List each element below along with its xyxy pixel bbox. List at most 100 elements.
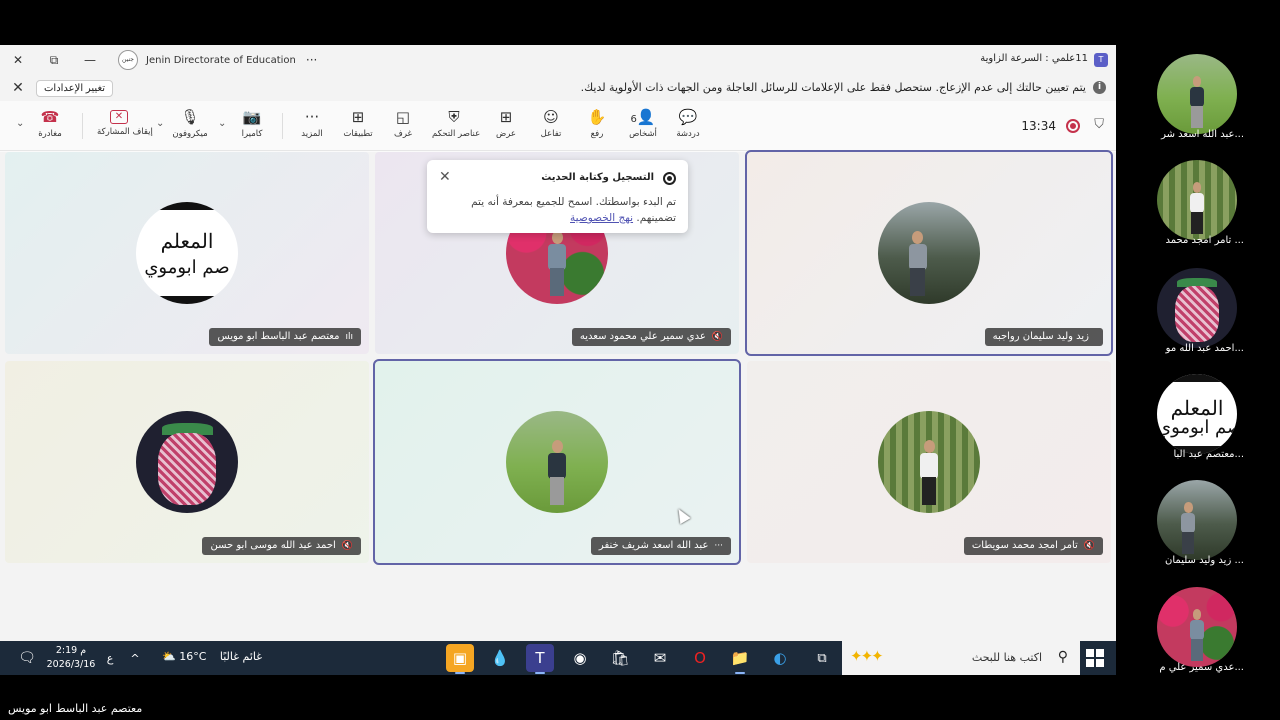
hand-icon: ✋ (587, 108, 607, 126)
participant-avatar (506, 411, 608, 513)
participant-name-tag: 🔇 تامر امجد محمد سويطات (963, 537, 1103, 555)
stop-sharing-label: إيقاف المشاركة (97, 127, 153, 137)
participant-avatar (878, 411, 980, 513)
change-settings-button[interactable]: تغيير الإعدادات (36, 79, 114, 97)
rooms-icon: ◱ (395, 108, 411, 126)
strip-avatar: المعلم صم ابوموي (1157, 374, 1237, 454)
strip-participant[interactable]: المعلم صم ابوموي ...معتصم عبد البا (1152, 374, 1248, 474)
search-icon: ⚲ (1057, 649, 1068, 665)
info-icon: i (1093, 81, 1106, 94)
weather-condition: غائم غالبًا (219, 650, 262, 663)
strip-participant-name: ...معتصم عبد البا (1173, 449, 1244, 460)
popup-close-button[interactable]: ✕ (439, 169, 451, 185)
participant-avatar (136, 411, 238, 513)
minimize-window-button[interactable]: — (72, 45, 108, 75)
strip-participant-name: ...احمد عبد الله مو (1165, 343, 1244, 354)
chrome-app-icon[interactable]: ◉ (566, 644, 594, 672)
notice-close-button[interactable]: ✕ (0, 80, 36, 96)
more-label: المزيد (301, 129, 323, 139)
teams-app-icon[interactable]: T (526, 644, 554, 674)
strip-participant[interactable]: ... تامر امجد محمد (1152, 160, 1248, 260)
camera-label: كاميرا (241, 129, 263, 139)
more-icon: ··· (304, 108, 320, 126)
apps-button[interactable]: ⊞ تطبيقات (336, 107, 380, 139)
strip-avatar (1157, 54, 1237, 134)
windows-start-icon[interactable] (1086, 649, 1104, 667)
shield-icon[interactable]: ⛉ (1094, 117, 1104, 132)
react-label: تفاعل (540, 129, 562, 139)
people-icon: 6👤 (630, 108, 656, 126)
microphone-button[interactable]: 🎙 ميكروفون (168, 107, 212, 139)
camera-button[interactable]: 📷 كاميرا (230, 107, 274, 139)
store-app-icon[interactable]: 🛍 (606, 644, 634, 672)
task-view-icon[interactable]: ⧉ (808, 644, 836, 672)
view-button[interactable]: ⊞ عرض (484, 107, 528, 139)
close-window-button[interactable]: ✕ (0, 45, 36, 75)
participant-tile[interactable]: ··· عبد الله اسعد شريف خنفر (373, 359, 741, 565)
outlook-app-icon[interactable]: ✉ (646, 644, 674, 672)
chat-button[interactable]: 💬 دردشة (666, 107, 710, 139)
paint-app-icon[interactable]: 💧 (486, 644, 514, 672)
controls-button[interactable]: ⛨ عناصر التحكم (432, 107, 480, 139)
input-language[interactable]: ع (100, 641, 120, 675)
participant-tile[interactable]: زيد وليد سليمان رواجبه (745, 150, 1113, 356)
rooms-label: غرف (394, 129, 412, 139)
participant-tile[interactable]: المعلم صم ابوموي ılı معتصم عبد الباسط ابو م… (5, 152, 369, 354)
avatar-sign-line2: صم ابوموي (1157, 417, 1237, 439)
stop-sharing-button[interactable]: ✕ إيقاف المشاركة (97, 107, 153, 137)
strip-avatar (1157, 587, 1237, 667)
leave-options-caret[interactable]: ⌄ (16, 118, 24, 129)
meeting-title: 11علمي : السرعة الزاوية (980, 53, 1088, 64)
more-icon: ··· (714, 541, 723, 551)
taskbar-clock[interactable]: 2:19 م 2026/3/16 (46, 644, 96, 672)
strip-avatar (1157, 160, 1237, 240)
edge-app-icon[interactable]: ◐ (766, 644, 794, 672)
strip-avatar (1157, 480, 1237, 560)
restore-window-button[interactable]: ⧉ (36, 45, 72, 75)
participant-tile[interactable]: 🔇 احمد عبد الله موسى ابو حسن (5, 361, 369, 563)
privacy-policy-link[interactable]: نهج الخصوصية (570, 212, 633, 224)
participant-tile[interactable]: 🔇 تامر امجد محمد سويطات (747, 361, 1111, 563)
weather-widget[interactable]: ⛅ 16°C غائم غالبًا (162, 650, 262, 663)
participant-name: عدي سمير علي محمود سعديه (579, 331, 706, 342)
raise-hand-button[interactable]: ✋ رفع (575, 107, 619, 139)
dnd-notice-bar: ✕ تغيير الإعدادات يتم تعيين حالتك إلى عد… (0, 75, 1116, 101)
participant-name-tag: زيد وليد سليمان رواجبه (984, 328, 1103, 346)
shield-settings-icon: ⛨ (448, 108, 460, 126)
tray-caret[interactable]: ^ (124, 641, 146, 675)
minimize-icon: — (84, 53, 96, 67)
opera-app-icon[interactable]: O (686, 644, 714, 672)
org-more-button[interactable]: ··· (306, 53, 317, 67)
leave-button[interactable]: ☎ مغادرة (28, 107, 72, 139)
taskbar-search-input[interactable]: ✦✦✦ اكتب هنا للبحث ⚲ (842, 641, 1080, 675)
notifications-icon[interactable]: 🗨 (14, 641, 40, 675)
phone-hangup-icon: ☎ (40, 108, 60, 126)
slides-app-icon[interactable]: ▣ (446, 644, 474, 674)
participant-name-tag: ılı معتصم عبد الباسط ابو مويس (209, 328, 361, 346)
camera-options-caret[interactable]: ⌄ (218, 118, 226, 129)
chat-label: دردشة (676, 129, 700, 139)
mic-options-caret[interactable]: ⌄ (156, 118, 164, 129)
react-button[interactable]: ☺ تفاعل (529, 107, 573, 139)
toolbar-divider (282, 113, 283, 139)
presenter-caption: معتصم عبد الباسط ابو مويس (8, 702, 143, 715)
file-explorer-icon[interactable]: 📁 (726, 644, 754, 674)
recording-indicator-icon[interactable] (1066, 119, 1080, 133)
strip-participant-name: ...عدي سمير علي م (1159, 662, 1244, 673)
strip-participant-name: ...عبد الله اسعد شر (1161, 129, 1244, 140)
avatar-sign-line2: صم ابوموي (144, 257, 230, 279)
sparkle-icon: ✦✦✦ (850, 647, 884, 665)
more-button[interactable]: ··· المزيد (290, 107, 334, 139)
org-name[interactable]: Jenin Directorate of Education (146, 55, 296, 66)
people-button[interactable]: 6👤 أشخاص (621, 107, 665, 139)
record-icon (663, 172, 676, 185)
rooms-button[interactable]: ◱ غرف (381, 107, 425, 139)
participant-name-tag: 🔇 عدي سمير علي محمود سعديه (571, 328, 731, 346)
strip-participant[interactable]: ...عبد الله اسعد شر (1152, 54, 1248, 154)
strip-participant[interactable]: ... زيد وليد سليمان (1152, 480, 1248, 580)
strip-participant[interactable]: ...احمد عبد الله مو (1152, 268, 1248, 368)
restore-icon: ⧉ (49, 52, 59, 67)
strip-participant[interactable]: ...عدي سمير علي م (1152, 587, 1248, 687)
clock-date: 2026/3/16 (46, 659, 96, 670)
participant-name: احمد عبد الله موسى ابو حسن (210, 540, 336, 551)
